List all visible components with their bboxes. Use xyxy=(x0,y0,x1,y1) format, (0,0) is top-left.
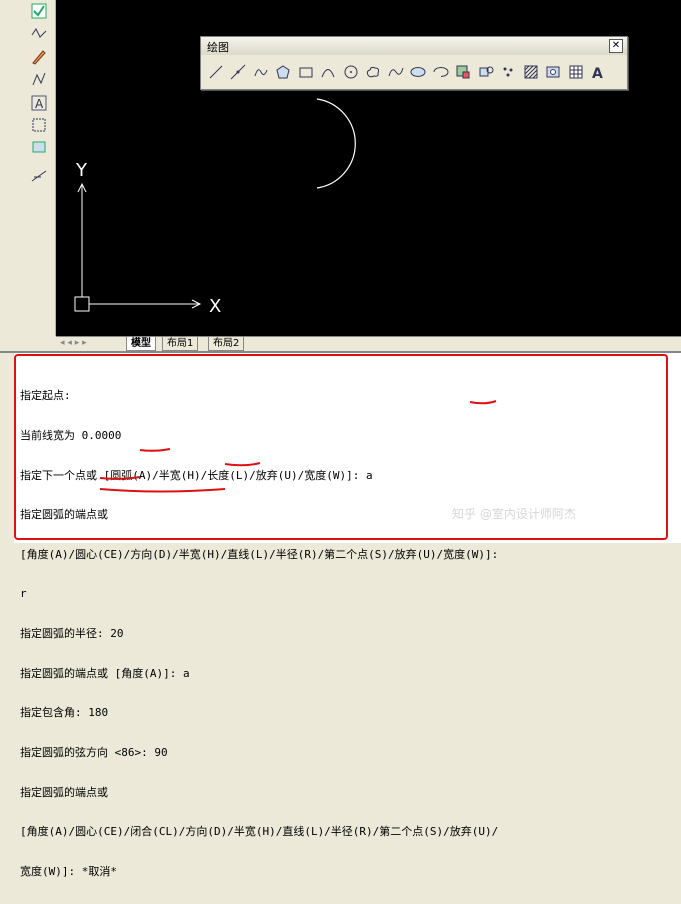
command-line: 指定圆弧的半径: 20 xyxy=(20,627,124,641)
annotation-marks xyxy=(99,400,497,493)
underline-mark xyxy=(99,476,141,480)
command-line: 指定包含角: 180 xyxy=(20,706,109,720)
underline-mark xyxy=(99,488,226,493)
command-line: 指定圆弧的弦方向 <86>: 90 xyxy=(20,745,168,759)
underline-mark xyxy=(139,448,171,452)
command-line: 指定圆弧的端点或 [角度(A)]: a xyxy=(20,666,190,680)
watermark: 知乎 @室内设计师阿杰 xyxy=(452,507,576,521)
command-line: 宽度(W)]: *取消* xyxy=(20,864,117,878)
command-line: r xyxy=(20,587,27,601)
underline-mark xyxy=(469,400,497,405)
command-line: [角度(A)/圆心(CE)/闭合(CL)/方向(D)/半宽(H)/直线(L)/半… xyxy=(20,825,499,839)
underline-mark xyxy=(224,462,261,467)
command-line: 指定圆弧的端点或 xyxy=(20,785,108,799)
command-line: [角度(A)/圆心(CE)/方向(D)/半宽(H)/直线(L)/半径(R)/第二… xyxy=(20,547,499,561)
